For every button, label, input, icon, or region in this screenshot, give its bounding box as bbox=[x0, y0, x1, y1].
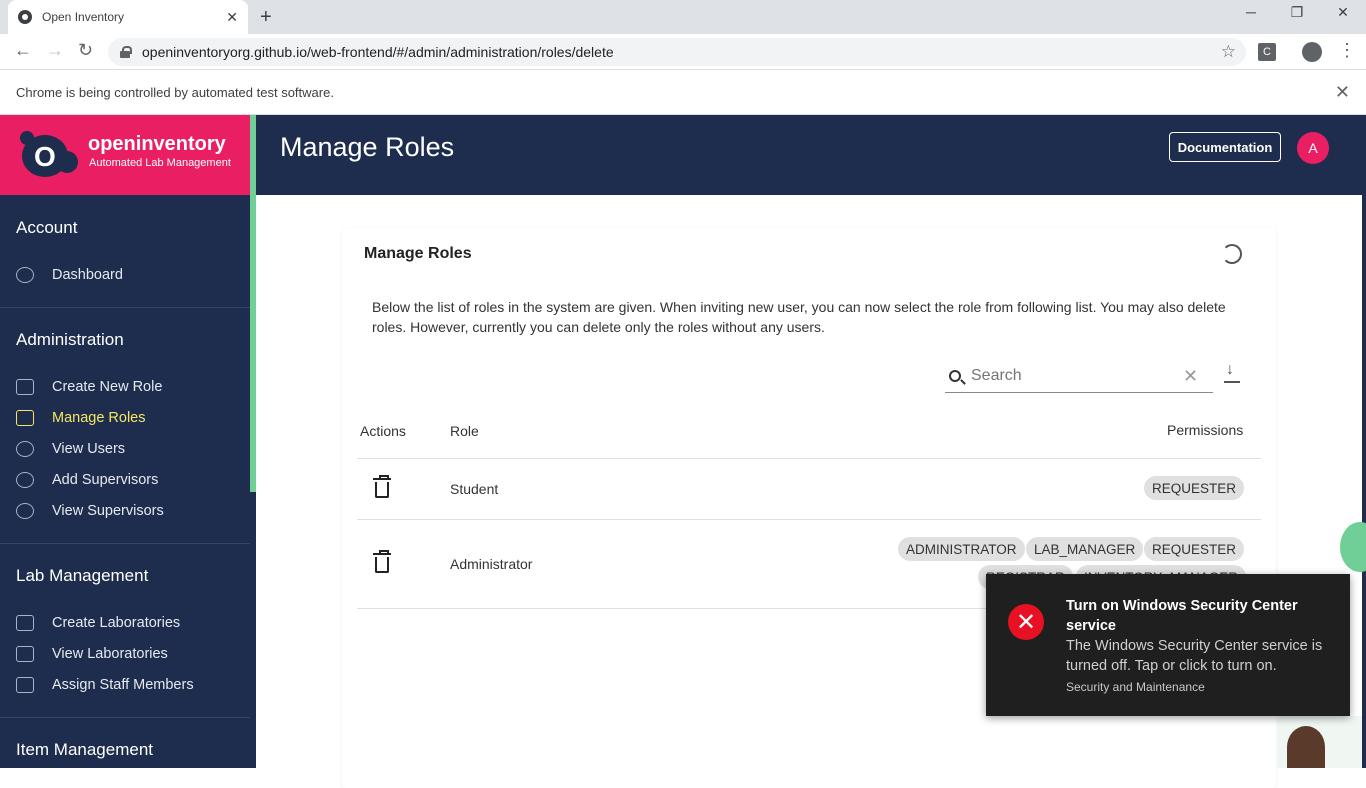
extension-icon[interactable]: C bbox=[1258, 43, 1276, 61]
role-cell: Administrator bbox=[450, 556, 533, 572]
search-input[interactable] bbox=[971, 367, 1171, 385]
avatar[interactable]: A bbox=[1297, 132, 1329, 164]
sidebar-item-dashboard[interactable]: Dashboard bbox=[16, 263, 244, 287]
tab-title: Open Inventory bbox=[42, 10, 125, 24]
sidebar-item-label: View Users bbox=[52, 441, 126, 457]
lock-icon bbox=[16, 379, 34, 395]
id-card-icon bbox=[16, 677, 34, 693]
toast-title: Turn on Windows Security Center service bbox=[1066, 598, 1298, 634]
delete-trash-icon[interactable] bbox=[373, 475, 391, 498]
refresh-icon[interactable] bbox=[1222, 244, 1242, 264]
infobar-close-icon[interactable]: ✕ bbox=[1335, 82, 1350, 103]
page-scrollbar[interactable] bbox=[1362, 115, 1366, 768]
menu-kebab-icon[interactable]: ⋮ bbox=[1338, 40, 1356, 61]
table-divider bbox=[357, 458, 1261, 459]
table-divider bbox=[357, 519, 1261, 520]
sidebar-item-add-supervisors[interactable]: Add Supervisors bbox=[16, 468, 244, 492]
sidebar: O openinventory Automated Lab Management… bbox=[0, 115, 256, 768]
laptop-icon bbox=[16, 646, 34, 662]
page-header: Manage Roles Documentation A bbox=[256, 115, 1362, 195]
delete-trash-icon[interactable] bbox=[373, 550, 391, 573]
column-header-role[interactable]: Role bbox=[450, 423, 479, 439]
browser-tab-strip: Open Inventory ✕ + ─ ❐ ✕ bbox=[0, 0, 1366, 34]
forward-arrow-icon[interactable]: → bbox=[46, 40, 64, 61]
restore-icon[interactable]: ❐ bbox=[1274, 4, 1320, 21]
sidebar-divider bbox=[0, 543, 250, 544]
sidebar-item-manage-roles[interactable]: Manage Roles bbox=[16, 406, 244, 430]
logo-letter: O bbox=[34, 141, 56, 172]
sidebar-item-label: Manage Roles bbox=[52, 410, 146, 426]
windows-notification-toast[interactable]: ✕ Turn on Windows Security Center servic… bbox=[986, 574, 1350, 716]
card-description: Below the list of roles in the system ar… bbox=[372, 299, 1226, 335]
permission-chip: REQUESTER bbox=[1144, 476, 1245, 500]
sidebar-item-label: Dashboard bbox=[52, 267, 123, 283]
browser-tab[interactable]: Open Inventory ✕ bbox=[8, 0, 248, 34]
permission-chip: REQUESTER bbox=[1144, 537, 1245, 561]
section-title-lab-management: Lab Management bbox=[16, 566, 149, 585]
site-favicon-icon bbox=[18, 10, 32, 24]
reload-icon[interactable]: ↻ bbox=[78, 40, 93, 61]
sidebar-divider bbox=[0, 307, 250, 308]
window-close-icon[interactable]: ✕ bbox=[1320, 4, 1366, 21]
role-cell: Student bbox=[450, 481, 499, 497]
lock-icon bbox=[120, 46, 132, 58]
tab-close-icon[interactable]: ✕ bbox=[226, 9, 238, 26]
sidebar-item-label: View Supervisors bbox=[52, 503, 164, 519]
toast-source: Security and Maintenance bbox=[1066, 680, 1205, 694]
logo-icon: O bbox=[20, 131, 80, 179]
url-text: openinventoryorg.github.io/web-frontend/… bbox=[142, 44, 614, 60]
clear-search-icon[interactable]: ✕ bbox=[1183, 366, 1198, 387]
toast-body: The Windows Security Center service is t… bbox=[1066, 638, 1323, 674]
user-icon bbox=[16, 503, 34, 519]
brand-tagline: Automated Lab Management bbox=[89, 157, 231, 169]
sidebar-item-label: Add Supervisors bbox=[52, 472, 159, 488]
bookmark-star-icon[interactable]: ☆ bbox=[1221, 42, 1236, 62]
sidebar-divider bbox=[0, 717, 250, 718]
documentation-button[interactable]: Documentation bbox=[1169, 132, 1281, 162]
sidebar-item-label: View Laboratories bbox=[52, 646, 168, 662]
search-icon bbox=[949, 370, 961, 382]
sidebar-item-label: Assign Staff Members bbox=[52, 677, 194, 693]
user-icon bbox=[16, 472, 34, 488]
sidebar-item-view-supervisors[interactable]: View Supervisors bbox=[16, 499, 244, 523]
permission-chip: ADMINISTRATOR bbox=[898, 537, 1025, 561]
sidebar-item-label: Create New Role bbox=[52, 379, 163, 395]
sidebar-item-create-new-role[interactable]: Create New Role bbox=[16, 375, 244, 399]
card-title: Manage Roles bbox=[364, 245, 472, 262]
sidebar-item-view-laboratories[interactable]: View Laboratories bbox=[16, 642, 244, 666]
page-title: Manage Roles bbox=[280, 132, 455, 162]
id-card-icon bbox=[16, 615, 34, 631]
infobar-message: Chrome is being controlled by automated … bbox=[16, 85, 334, 100]
section-title-administration: Administration bbox=[16, 330, 124, 349]
automation-infobar: Chrome is being controlled by automated … bbox=[0, 71, 1366, 115]
dashboard-icon bbox=[16, 267, 34, 283]
section-title-account: Account bbox=[16, 218, 78, 237]
chat-avatar-icon[interactable] bbox=[1277, 716, 1362, 768]
column-header-actions: Actions bbox=[360, 423, 406, 439]
new-tab-icon[interactable]: + bbox=[260, 6, 272, 29]
profile-icon[interactable] bbox=[1302, 42, 1322, 62]
sidebar-item-label: Create Laboratories bbox=[52, 615, 181, 631]
browser-toolbar: ← → ↻ openinventoryorg.github.io/web-fro… bbox=[0, 34, 1366, 70]
error-x-icon: ✕ bbox=[1008, 604, 1044, 640]
column-header-permissions: Permissions bbox=[1167, 422, 1244, 438]
minimize-icon[interactable]: ─ bbox=[1228, 4, 1274, 20]
sidebar-item-create-laboratories[interactable]: Create Laboratories bbox=[16, 611, 244, 635]
permission-chip: LAB_MANAGER bbox=[1026, 537, 1144, 561]
sidebar-item-view-users[interactable]: View Users bbox=[16, 437, 244, 461]
address-bar[interactable]: openinventoryorg.github.io/web-frontend/… bbox=[108, 38, 1246, 66]
download-icon[interactable] bbox=[1224, 361, 1240, 383]
search-field: ✕ bbox=[945, 360, 1213, 393]
user-icon bbox=[16, 441, 34, 457]
brand-name: openinventory bbox=[88, 133, 226, 155]
brand-header[interactable]: O openinventory Automated Lab Management bbox=[0, 115, 250, 195]
back-arrow-icon[interactable]: ← bbox=[14, 40, 32, 61]
section-title-item-management: Item Management bbox=[16, 740, 154, 759]
roles-icon bbox=[16, 410, 34, 426]
sidebar-item-assign-staff-members[interactable]: Assign Staff Members bbox=[16, 673, 244, 697]
